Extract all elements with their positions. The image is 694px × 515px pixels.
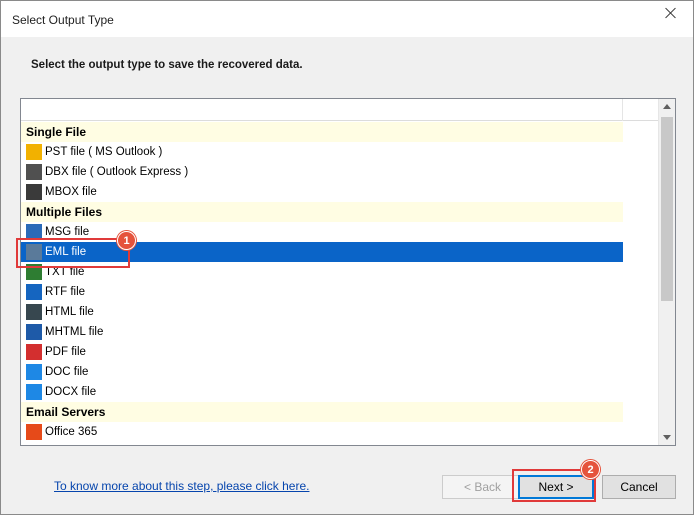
list-item-label: DOCX file [45,386,97,398]
html-icon [26,304,42,320]
list-item-label: MBOX file [45,186,97,198]
list-item[interactable]: HTML file [21,302,623,322]
office365-icon [26,424,42,440]
cancel-button[interactable]: Cancel [602,475,676,499]
doc-icon [26,364,42,380]
group-header: Email Servers [21,402,623,422]
scroll-up-icon[interactable] [663,104,671,109]
list-item-label: HTML file [45,306,94,318]
list-item[interactable]: DBX file ( Outlook Express ) [21,162,623,182]
window-title: Select Output Type [12,13,114,27]
group-header: Multiple Files [21,202,623,222]
back-button[interactable]: < Back [442,475,523,499]
list-item-label: MSG file [45,226,90,238]
list-item[interactable]: MBOX file [21,182,623,202]
scroll-thumb[interactable] [661,117,673,301]
list-item[interactable]: MHTML file [21,322,623,342]
callout-box-eml [16,238,130,268]
close-icon[interactable] [663,5,679,21]
title-bar: Select Output Type [1,1,693,37]
list-rows: Single File PST file ( MS Outlook ) DBX fi… [21,122,658,442]
mhtml-icon [26,324,42,340]
list-item[interactable]: DOC file [21,362,623,382]
scroll-down-icon[interactable] [663,435,671,440]
callout-badge-2: 2 [581,460,600,479]
pdf-icon [26,344,42,360]
group-header: Single File [21,122,623,142]
output-type-list[interactable]: Single File PST file ( MS Outlook ) DBX fi… [20,98,676,446]
mbox-icon [26,184,42,200]
list-item-label: PST file ( MS Outlook ) [45,146,163,158]
help-link[interactable]: To know more about this step, please cli… [54,479,309,493]
list-item-label: PDF file [45,346,86,358]
list-item-label: DOC file [45,366,89,378]
list-header [21,99,658,121]
list-item-label: Office 365 [45,426,98,438]
list-item[interactable]: Office 365 [21,422,623,442]
list-item-label: RTF file [45,286,86,298]
rtf-icon [26,284,42,300]
list-item[interactable]: PST file ( MS Outlook ) [21,142,623,162]
list-item[interactable]: PDF file [21,342,623,362]
instruction-text: Select the output type to save the recov… [31,59,303,71]
list-item-label: DBX file ( Outlook Express ) [45,166,189,178]
list-item-label: MHTML file [45,326,104,338]
vertical-scrollbar[interactable] [658,99,675,445]
pst-icon [26,144,42,160]
docx-icon [26,384,42,400]
list-item[interactable]: DOCX file [21,382,623,402]
callout-badge-1: 1 [117,231,136,250]
list-item[interactable]: RTF file [21,282,623,302]
dbx-icon [26,164,42,180]
